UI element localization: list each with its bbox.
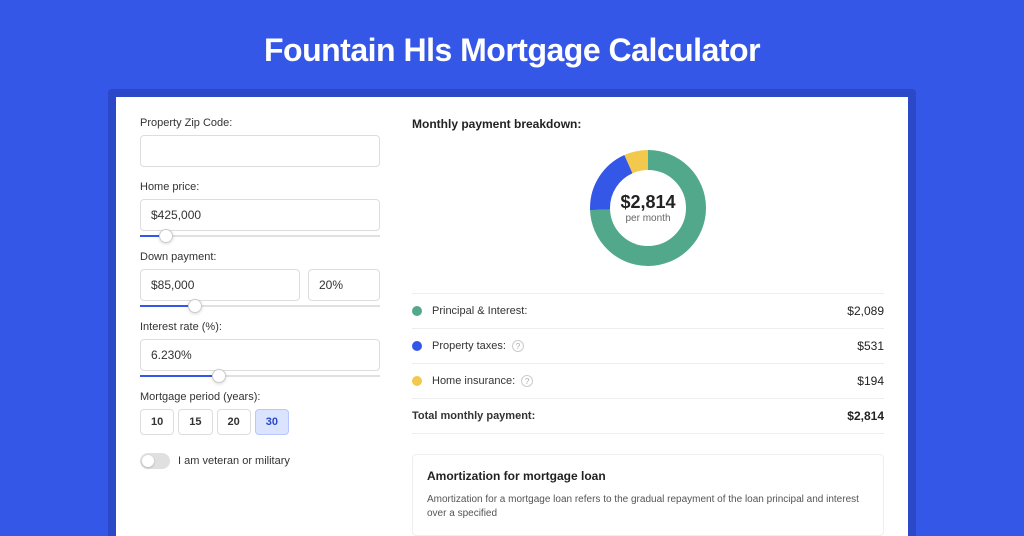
price-slider-thumb[interactable] (159, 229, 173, 243)
rate-group: Interest rate (%): (140, 321, 380, 377)
donut-amount: $2,814 (620, 192, 675, 213)
breakdown-label-total: Total monthly payment: (412, 410, 847, 422)
price-slider[interactable] (140, 235, 380, 237)
rate-input[interactable] (140, 339, 380, 371)
amortization-title: Amortization for mortgage loan (427, 469, 869, 483)
down-slider-thumb[interactable] (188, 299, 202, 313)
period-pill-30[interactable]: 30 (255, 409, 289, 435)
period-pill-20[interactable]: 20 (217, 409, 251, 435)
breakdown-value-taxes: $531 (857, 339, 884, 353)
zip-input[interactable] (140, 135, 380, 167)
down-slider-fill (140, 305, 188, 307)
down-amount-input[interactable] (140, 269, 300, 301)
period-pill-15[interactable]: 15 (178, 409, 212, 435)
help-icon[interactable]: ? (512, 340, 524, 352)
breakdown-label-taxes: Property taxes: ? (432, 340, 857, 352)
donut-center: $2,814 per month (620, 192, 675, 224)
down-slider[interactable] (140, 305, 380, 307)
breakdown-label-principal: Principal & Interest: (432, 305, 847, 317)
rate-label: Interest rate (%): (140, 321, 380, 333)
rate-slider[interactable] (140, 375, 380, 377)
hero: Fountain Hls Mortgage Calculator (0, 0, 1024, 89)
veteran-toggle[interactable] (140, 453, 170, 469)
breakdown-value-principal: $2,089 (847, 304, 884, 318)
breakdown-row-total: Total monthly payment: $2,814 (412, 399, 884, 434)
dot-principal (412, 306, 422, 316)
period-pill-10[interactable]: 10 (140, 409, 174, 435)
period-pills: 10 15 20 30 (140, 409, 380, 435)
price-input[interactable] (140, 199, 380, 231)
period-label: Mortgage period (years): (140, 391, 380, 403)
amortization-section: Amortization for mortgage loan Amortizat… (412, 454, 884, 536)
donut-chart: $2,814 per month (587, 147, 709, 269)
rate-slider-thumb[interactable] (212, 369, 226, 383)
panel-wrap: Property Zip Code: Home price: Down paym… (108, 89, 916, 536)
price-group: Home price: (140, 181, 380, 237)
down-pct-input[interactable] (308, 269, 380, 301)
breakdown-value-total: $2,814 (847, 409, 884, 423)
breakdown-title: Monthly payment breakdown: (412, 117, 884, 131)
calculator-panel: Property Zip Code: Home price: Down paym… (116, 97, 908, 536)
veteran-label: I am veteran or military (178, 455, 290, 467)
veteran-toggle-knob (142, 455, 154, 467)
breakdown-row-insurance: Home insurance: ? $194 (412, 364, 884, 399)
breakdown-row-principal: Principal & Interest: $2,089 (412, 294, 884, 329)
down-label: Down payment: (140, 251, 380, 263)
veteran-row: I am veteran or military (140, 453, 380, 469)
amortization-text: Amortization for a mortgage loan refers … (427, 493, 869, 521)
rate-slider-fill (140, 375, 212, 377)
breakdown-column: Monthly payment breakdown: $2,814 per mo… (412, 117, 884, 536)
down-group: Down payment: (140, 251, 380, 307)
price-label: Home price: (140, 181, 380, 193)
breakdown-label-insurance: Home insurance: ? (432, 375, 857, 387)
donut-chart-wrap: $2,814 per month (412, 147, 884, 269)
dot-taxes (412, 341, 422, 351)
zip-group: Property Zip Code: (140, 117, 380, 167)
breakdown-list: Principal & Interest: $2,089 Property ta… (412, 293, 884, 434)
zip-label: Property Zip Code: (140, 117, 380, 129)
form-column: Property Zip Code: Home price: Down paym… (140, 117, 380, 536)
breakdown-value-insurance: $194 (857, 374, 884, 388)
period-group: Mortgage period (years): 10 15 20 30 (140, 391, 380, 435)
dot-insurance (412, 376, 422, 386)
page-title: Fountain Hls Mortgage Calculator (0, 32, 1024, 69)
help-icon[interactable]: ? (521, 375, 533, 387)
price-slider-fill (140, 235, 159, 237)
donut-sub: per month (620, 213, 675, 224)
breakdown-row-taxes: Property taxes: ? $531 (412, 329, 884, 364)
